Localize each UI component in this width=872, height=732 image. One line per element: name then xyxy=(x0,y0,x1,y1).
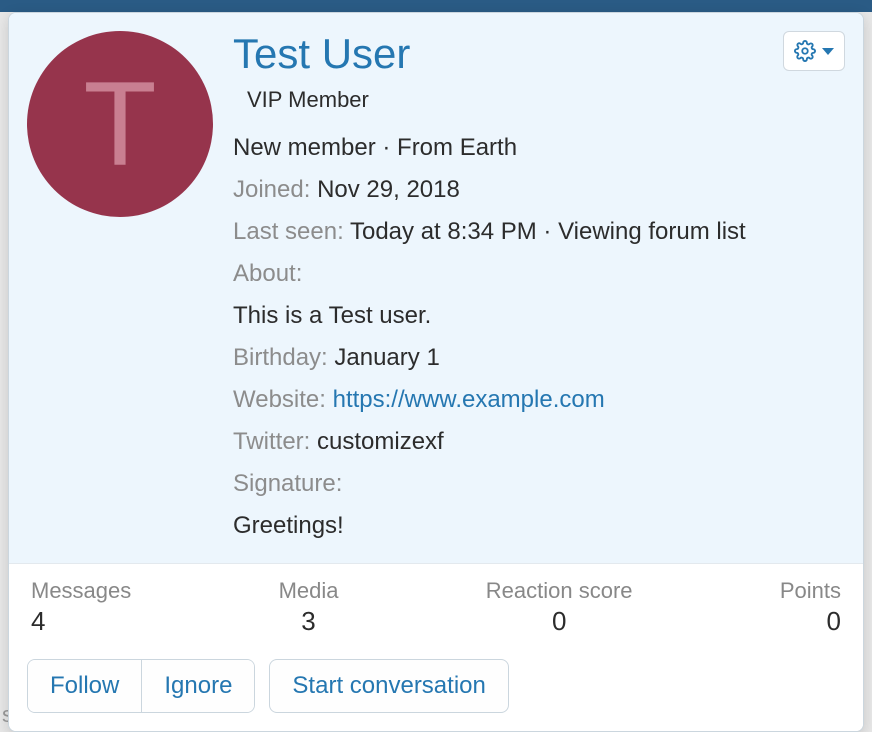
gear-icon xyxy=(794,40,816,62)
website-link[interactable]: https://www.example.com xyxy=(333,386,605,413)
stat-reaction-value: 0 xyxy=(486,606,633,637)
stat-reaction[interactable]: Reaction score 0 xyxy=(486,578,633,637)
member-tooltip-card: T Test User VIP Member New member · From… xyxy=(8,12,864,732)
stat-messages-label: Messages xyxy=(31,578,131,604)
username-link[interactable]: Test User xyxy=(233,31,845,77)
website-row: Website: https://www.example.com xyxy=(233,379,845,421)
actions-row: Follow Ignore Start conversation xyxy=(9,647,863,731)
twitter-row: Twitter: customizexf xyxy=(233,421,845,463)
signature-label: Signature: xyxy=(233,470,342,497)
top-nav-bar xyxy=(0,0,872,12)
stat-points-value: 0 xyxy=(780,606,841,637)
stat-media[interactable]: Media 3 xyxy=(279,578,339,637)
avatar-initial: T xyxy=(83,64,156,184)
user-avatar[interactable]: T xyxy=(27,31,213,217)
lastseen-row: Last seen: Today at 8:34 PM · Viewing fo… xyxy=(233,211,845,253)
ignore-button[interactable]: Ignore xyxy=(141,660,254,712)
stat-messages[interactable]: Messages 4 xyxy=(31,578,131,637)
joined-label: Joined: xyxy=(233,176,310,203)
member-header: T Test User VIP Member New member · From… xyxy=(9,13,863,563)
lastseen-label: Last seen: xyxy=(233,218,344,245)
signature-row: Signature: xyxy=(233,463,845,505)
start-conversation-button[interactable]: Start conversation xyxy=(269,659,508,713)
twitter-label: Twitter: xyxy=(233,428,310,455)
about-row: About: xyxy=(233,253,845,295)
about-label: About: xyxy=(233,260,302,287)
stat-media-value: 3 xyxy=(279,606,339,637)
stats-row: Messages 4 Media 3 Reaction score 0 Poin… xyxy=(9,563,863,647)
stat-points-label: Points xyxy=(780,578,841,604)
birthday-row: Birthday: January 1 xyxy=(233,337,845,379)
user-title-line: New member · From Earth xyxy=(233,127,845,169)
stat-reaction-label: Reaction score xyxy=(486,578,633,604)
stat-messages-value: 4 xyxy=(31,606,131,637)
birthday-label: Birthday: xyxy=(233,344,328,371)
stat-points[interactable]: Points 0 xyxy=(780,578,841,637)
follow-ignore-group: Follow Ignore xyxy=(27,659,255,713)
stat-media-label: Media xyxy=(279,578,339,604)
user-role: VIP Member xyxy=(247,87,845,113)
joined-row: Joined: Nov 29, 2018 xyxy=(233,169,845,211)
settings-dropdown-button[interactable] xyxy=(783,31,845,71)
birthday-value: January 1 xyxy=(334,344,439,371)
website-label: Website: xyxy=(233,386,326,413)
joined-value: Nov 29, 2018 xyxy=(317,176,460,203)
lastseen-value: Today at 8:34 PM · Viewing forum list xyxy=(350,218,746,245)
chevron-down-icon xyxy=(822,48,834,55)
twitter-value: customizexf xyxy=(317,428,444,455)
signature-value: Greetings! xyxy=(233,505,845,547)
about-value: This is a Test user. xyxy=(233,295,845,337)
user-info: Test User VIP Member New member · From E… xyxy=(233,31,845,547)
follow-button[interactable]: Follow xyxy=(28,660,141,712)
